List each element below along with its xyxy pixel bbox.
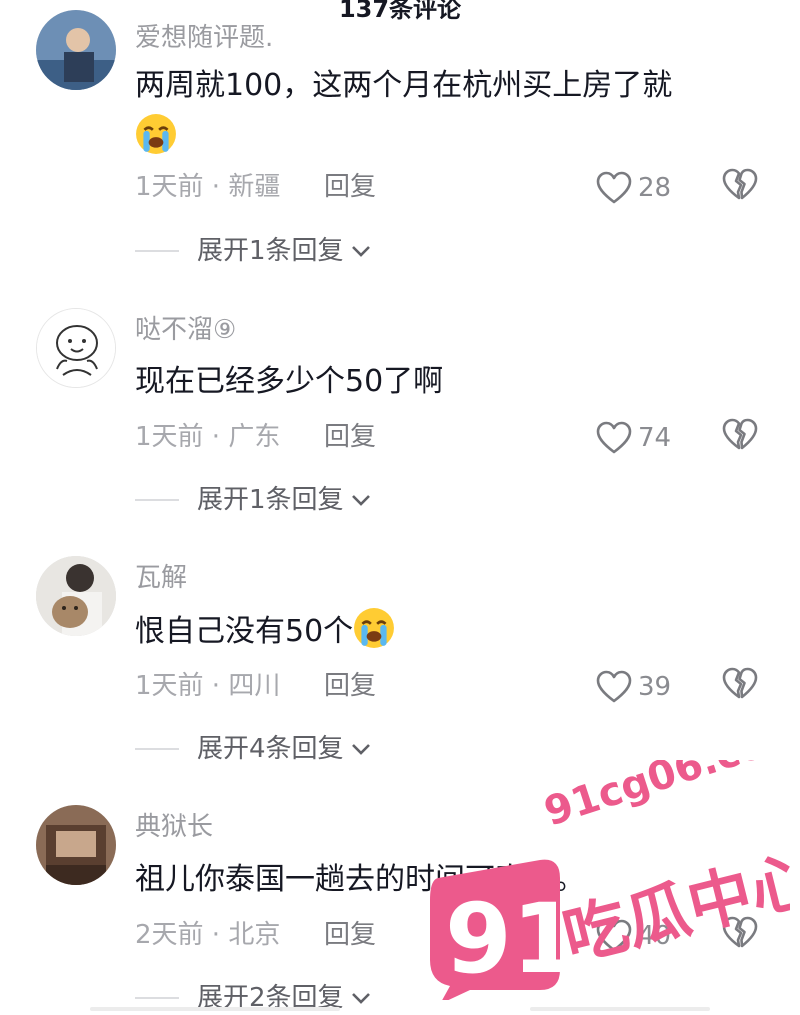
- comment-meta: 1天前 · 新疆: [135, 172, 281, 202]
- comment-time: 2天前: [135, 920, 204, 950]
- chevron-down-icon: [351, 993, 370, 1004]
- bottom-indicator: [530, 1007, 710, 1011]
- comment-text: 现在已经多少个50了啊: [135, 356, 735, 408]
- reply-button[interactable]: 回复: [324, 918, 376, 952]
- broken-heart-icon[interactable]: [722, 418, 758, 452]
- comment-location: 新疆: [228, 172, 281, 202]
- expand-divider: [135, 997, 179, 999]
- avatar[interactable]: [36, 308, 116, 388]
- avatar[interactable]: [36, 805, 116, 885]
- like-button[interactable]: 74: [596, 418, 671, 458]
- comment-text-content: 现在已经多少个50了啊: [135, 364, 444, 399]
- username[interactable]: 哒不溜⑨: [135, 314, 236, 346]
- comment-item: 爱想随评题. 两周就100，这两个月在杭州买上房了就 1天前 · 新疆 回复 2…: [0, 0, 800, 266]
- heart-outline-icon: [596, 670, 632, 703]
- comment-item: 哒不溜⑨ 现在已经多少个50了啊 1天前 · 广东 回复 74 展开1条回复: [0, 250, 800, 515]
- heart-outline-icon: [596, 171, 632, 204]
- comment-location: 广东: [228, 422, 281, 452]
- like-button[interactable]: 28: [596, 168, 671, 208]
- broken-heart-icon[interactable]: [722, 667, 758, 701]
- loudly-crying-face-icon: [354, 608, 395, 648]
- loudly-crying-face-icon: [136, 114, 176, 154]
- heart-outline-icon: [596, 919, 632, 952]
- comment-text: 恨自己没有50个: [135, 606, 735, 658]
- comment-location: 四川: [228, 671, 281, 701]
- username[interactable]: 爱想随评题.: [135, 22, 273, 54]
- comment-meta: 1天前 · 广东: [135, 422, 281, 452]
- like-button[interactable]: 39: [596, 667, 671, 707]
- comment-meta: 1天前 · 四川: [135, 671, 281, 701]
- username[interactable]: 瓦解: [135, 562, 187, 594]
- avatar[interactable]: [36, 10, 116, 90]
- comment-time: 1天前: [135, 422, 204, 452]
- broken-heart-icon[interactable]: [722, 168, 758, 202]
- comment-meta: 2天前 · 北京: [135, 920, 281, 950]
- like-count: 74: [638, 423, 672, 453]
- broken-heart-icon[interactable]: [722, 916, 758, 950]
- comment-item: 典狱长 祖儿你泰国一趟去的时间可真长。 2天前 · 北京 回复 40 展开2条回…: [0, 750, 800, 1013]
- comment-item: 瓦解 恨自己没有50个 1天前 · 四川 回复 39 展开4条回复: [0, 500, 800, 764]
- comment-text-content: 祖儿你泰国一趟去的时间可真长。: [135, 862, 585, 897]
- bottom-indicator: [90, 1007, 340, 1011]
- reply-button[interactable]: 回复: [324, 420, 376, 454]
- like-button[interactable]: 40: [596, 916, 671, 956]
- like-count: 39: [638, 672, 672, 702]
- comment-text: 两周就100，这两个月在杭州买上房了就: [135, 60, 735, 164]
- comment-time: 1天前: [135, 671, 204, 701]
- heart-outline-icon: [596, 421, 632, 454]
- reply-button[interactable]: 回复: [324, 170, 376, 204]
- avatar[interactable]: [36, 556, 116, 636]
- username[interactable]: 典狱长: [135, 811, 213, 843]
- comment-location: 北京: [228, 920, 281, 950]
- like-count: 28: [638, 173, 672, 203]
- comment-time: 1天前: [135, 172, 204, 202]
- comment-text: 祖儿你泰国一趟去的时间可真长。: [135, 854, 735, 906]
- reply-button[interactable]: 回复: [324, 669, 376, 703]
- comment-text-content: 恨自己没有50个: [135, 614, 354, 649]
- comment-text-content: 两周就100，这两个月在杭州买上房了就: [135, 68, 673, 103]
- like-count: 40: [638, 921, 672, 951]
